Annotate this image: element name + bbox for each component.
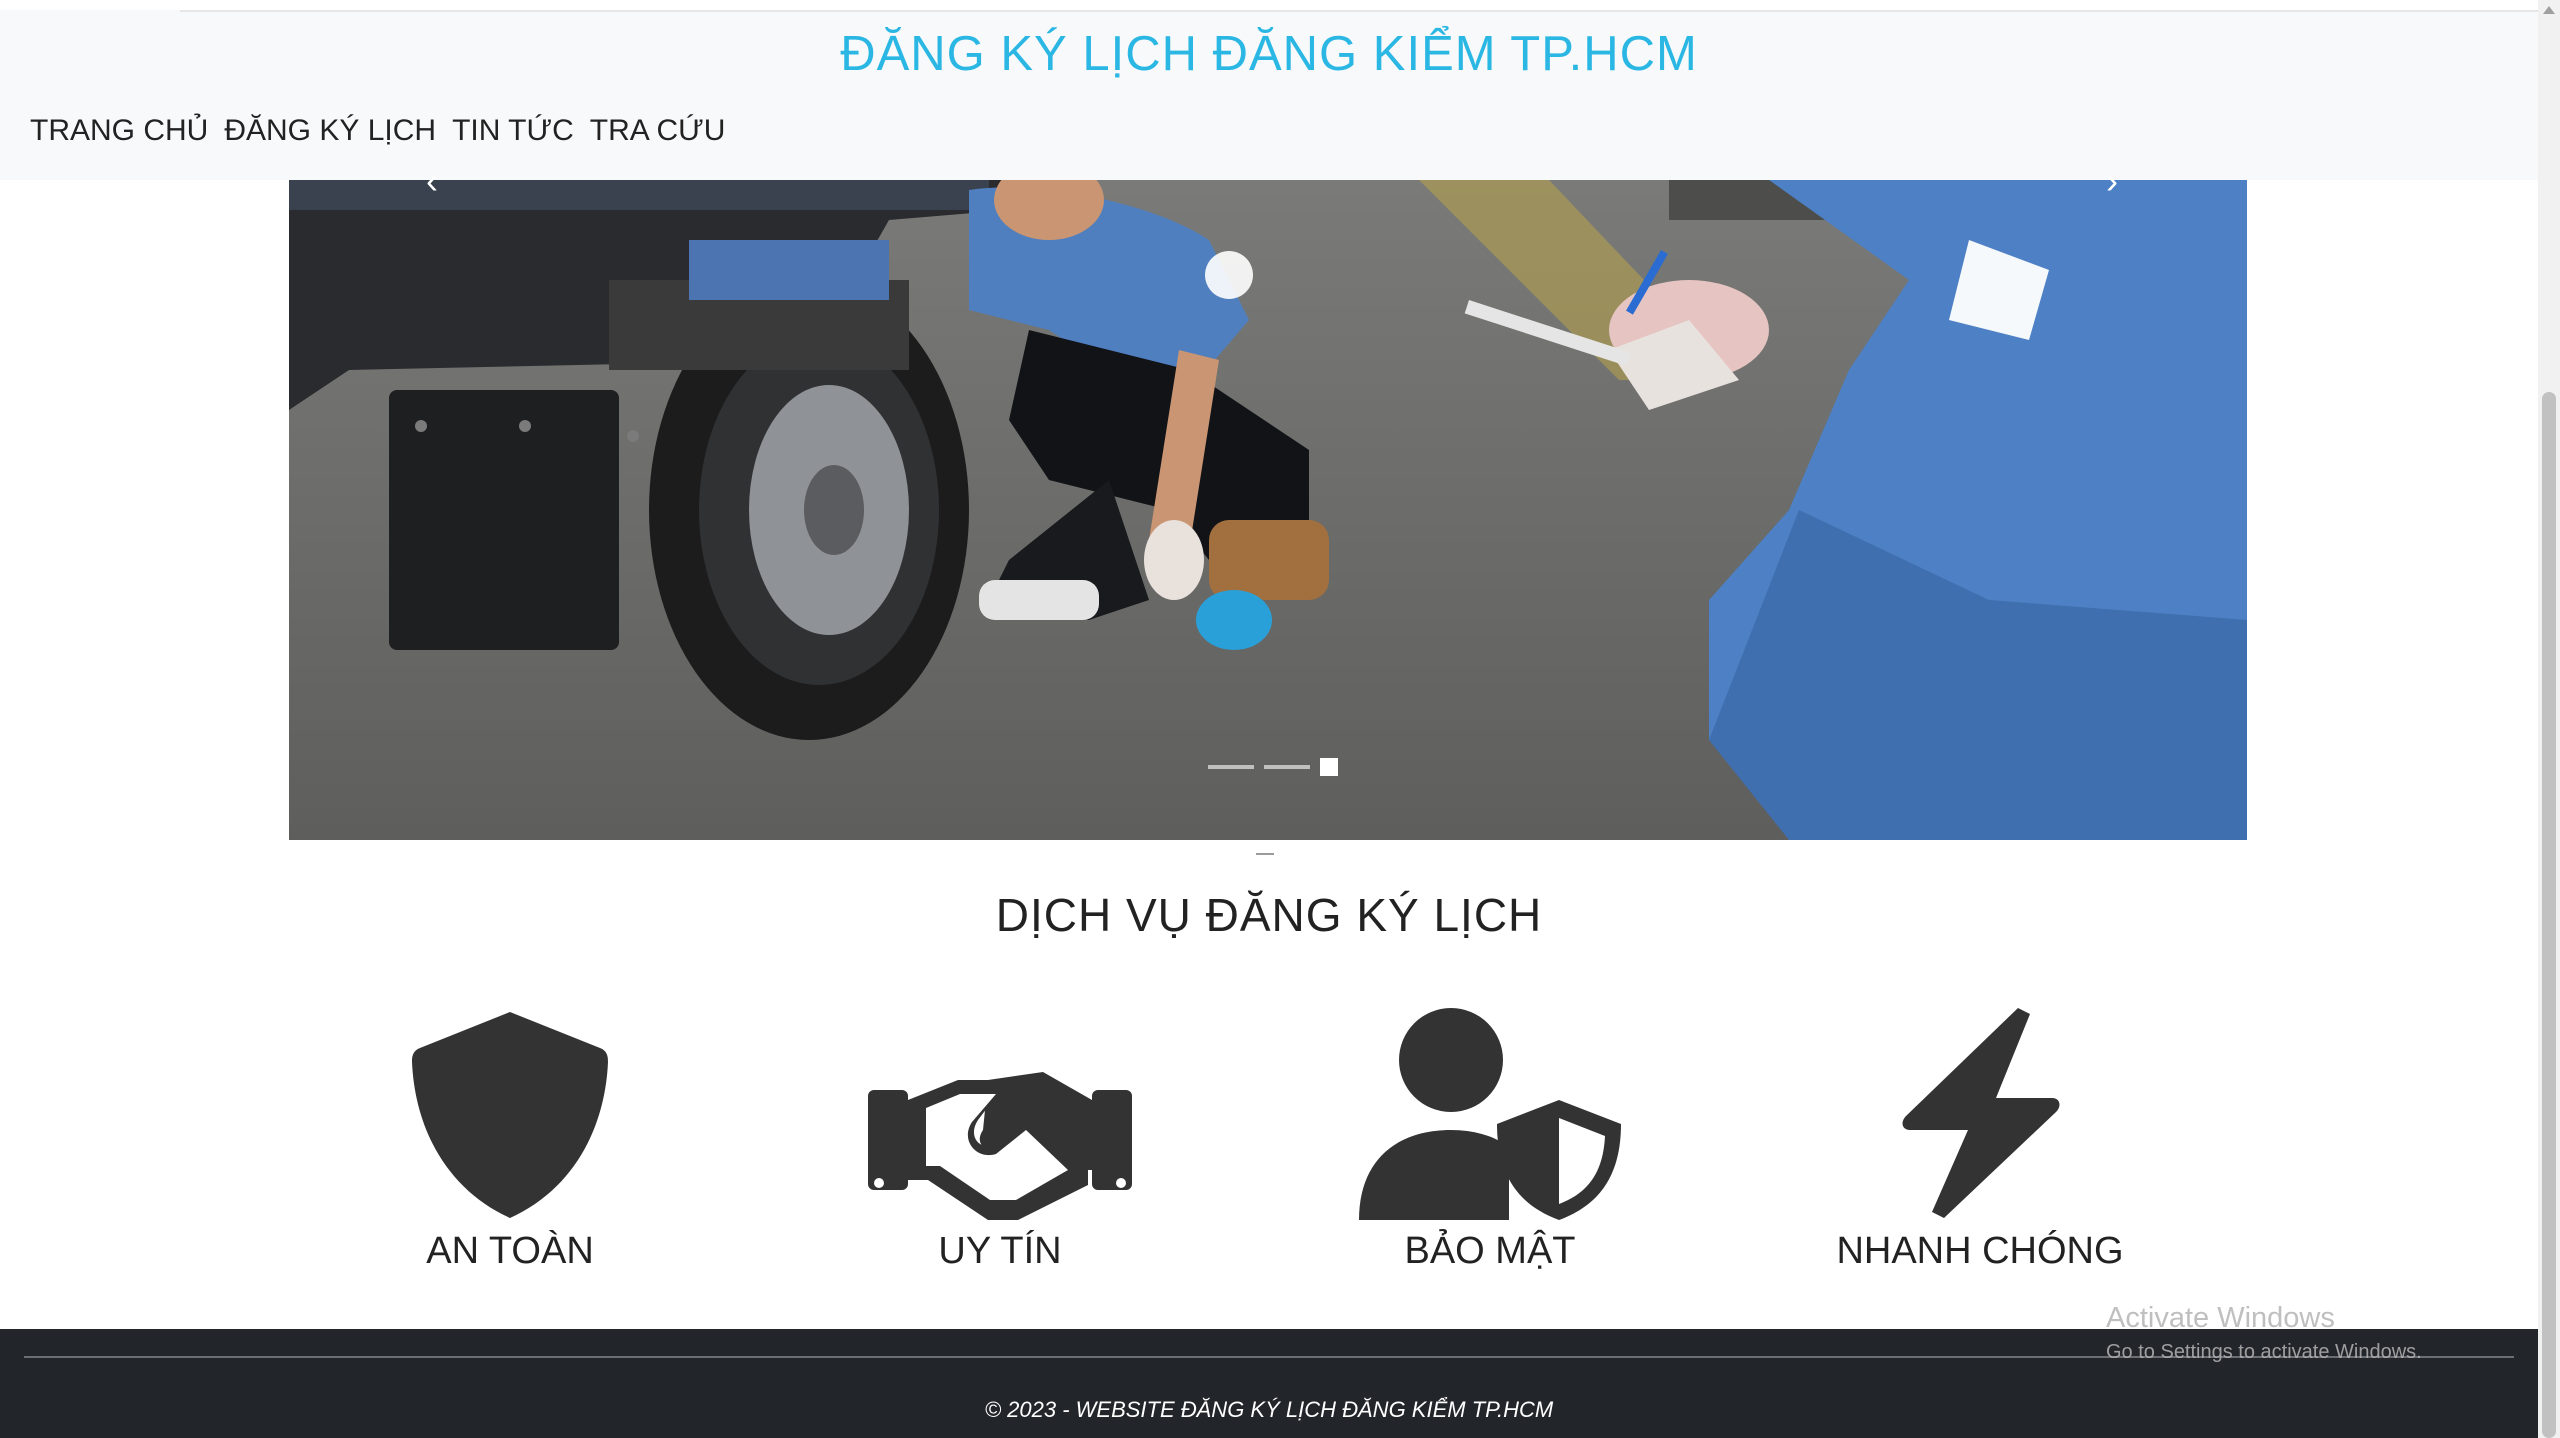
scrollbar-thumb[interactable] — [2542, 392, 2556, 1438]
service-label: UY TÍN — [938, 1230, 1062, 1272]
carousel-indicator-3[interactable] — [1320, 758, 1338, 776]
activate-windows-watermark: Activate Windows Go to Settings to activ… — [2106, 1302, 2422, 1364]
nav-register[interactable]: ĐĂNG KÝ LỊCH — [224, 114, 436, 148]
nav-lookup[interactable]: TRA CỨU — [590, 114, 726, 148]
services-heading: DỊCH VỤ ĐĂNG KÝ LỊCH — [995, 889, 1543, 941]
main-nav: TRANG CHỦ ĐĂNG KÝ LỊCH TIN TỨC TRA CỨU — [30, 114, 725, 148]
carousel-next-button[interactable]: › — [2092, 160, 2132, 210]
user-shield-icon — [1359, 1008, 1621, 1220]
copyright-text: © 2023 - WEBSITE ĐĂNG KÝ LỊCH ĐĂNG KIỂM … — [984, 1397, 1554, 1422]
service-label: BẢO MẬT — [1404, 1230, 1576, 1272]
site-header: ĐĂNG KÝ LỊCH ĐĂNG KIỂM TP.HCM TRANG CHỦ … — [0, 0, 2538, 180]
service-an-toan: AN TOÀN — [260, 1000, 760, 1273]
nav-home[interactable]: TRANG CHỦ — [30, 114, 208, 148]
carousel-indicator-2[interactable] — [1264, 765, 1310, 769]
scroll-up-arrow-icon[interactable] — [2543, 6, 2555, 14]
watermark-line1: Activate Windows — [2106, 1302, 2335, 1334]
bolt-icon — [1902, 1008, 2060, 1218]
top-strip-line — [180, 0, 2538, 12]
service-label: AN TOÀN — [426, 1230, 594, 1272]
carousel-indicator-1[interactable] — [1208, 765, 1254, 769]
nav-news[interactable]: TIN TỨC — [452, 114, 574, 148]
carousel-slide-image — [289, 180, 2247, 840]
carousel-prev-button[interactable]: ‹ — [412, 160, 452, 210]
service-uy-tin: UY TÍN — [750, 1000, 1250, 1273]
hero-carousel[interactable] — [289, 180, 2247, 840]
service-label: NHANH CHÓNG — [1836, 1230, 2124, 1272]
page-scrollbar[interactable] — [2538, 0, 2560, 1438]
handshake-icon — [868, 1072, 1132, 1220]
service-nhanh-chong: NHANH CHÓNG — [1730, 1000, 2230, 1273]
watermark-line2: Go to Settings to activate Windows. — [2106, 1341, 2422, 1363]
site-title[interactable]: ĐĂNG KÝ LỊCH ĐĂNG KIỂM TP.HCM — [0, 26, 2538, 82]
divider-dash — [1256, 853, 1274, 855]
service-bao-mat: BẢO MẬT — [1240, 1000, 1740, 1273]
shield-icon — [412, 1012, 608, 1218]
carousel-indicators — [1208, 758, 1338, 776]
